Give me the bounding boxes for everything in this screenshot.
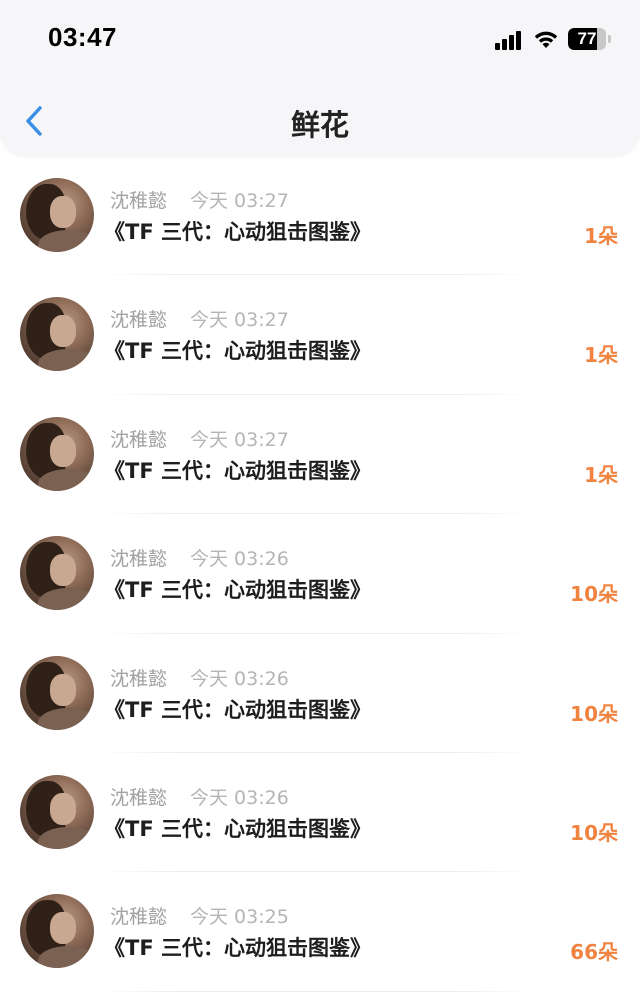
flower-count: 10朵: [570, 701, 618, 726]
list-item[interactable]: 沈稚懿 今天 03:26 《TF 三代：心动狙击图鉴》 10朵: [0, 514, 640, 634]
user-name: 沈稚懿: [110, 786, 168, 809]
battery-icon: 77: [568, 28, 612, 50]
item-title: 《TF 三代：心动狙击图鉴》: [104, 936, 371, 961]
user-name: 沈稚懿: [110, 309, 168, 332]
screen: 03:47 77 鲜花 沈稚懿 今天 03:27 《TF 三代：心动狙击图鉴》 …: [0, 0, 640, 1005]
flower-count: 1朵: [584, 224, 618, 248]
item-time: 今天 03:27: [190, 428, 289, 451]
flower-count: 10朵: [570, 820, 618, 845]
user-name: 沈稚懿: [110, 667, 168, 690]
flower-count: 1朵: [584, 343, 618, 368]
item-title: 《TF 三代：心动狙击图鉴》: [104, 458, 371, 483]
user-name: 沈稚懿: [110, 906, 168, 929]
avatar[interactable]: [20, 655, 94, 730]
status-time: 03:47: [48, 22, 117, 52]
item-time: 今天 03:26: [190, 548, 289, 571]
user-name: 沈稚懿: [110, 190, 168, 212]
avatar[interactable]: [20, 178, 94, 252]
item-time: 今天 03:27: [190, 309, 289, 332]
wifi-icon: [534, 31, 558, 48]
user-name: 沈稚懿: [110, 428, 168, 451]
list-item[interactable]: 沈稚懿 今天 03:26 《TF 三代：心动狙击图鉴》 10朵: [0, 634, 640, 753]
avatar[interactable]: [20, 416, 94, 491]
flower-count: 1朵: [584, 462, 618, 487]
item-title: 《TF 三代：心动狙击图鉴》: [104, 816, 371, 841]
list-item[interactable]: 沈稚懿 今天 03:25 《TF 三代：心动狙击图鉴》 66朵: [0, 872, 640, 992]
avatar[interactable]: [20, 536, 94, 611]
avatar[interactable]: [20, 894, 94, 969]
item-title: 《TF 三代：心动狙击图鉴》: [104, 697, 371, 722]
item-title: 《TF 三代：心动狙击图鉴》: [104, 220, 371, 244]
avatar[interactable]: [20, 774, 94, 849]
list-item[interactable]: 沈稚懿 今天 03:27 《TF 三代：心动狙击图鉴》 1朵: [0, 275, 640, 395]
list-item[interactable]: 沈稚懿 今天 03:27 《TF 三代：心动狙击图鉴》 1朵: [0, 395, 640, 515]
flower-list: 沈稚懿 今天 03:27 《TF 三代：心动狙击图鉴》 1朵 沈稚懿 今天 03…: [0, 156, 640, 992]
list-item[interactable]: 沈稚懿 今天 03:26 《TF 三代：心动狙击图鉴》 10朵: [0, 753, 640, 873]
item-title: 《TF 三代：心动狙击图鉴》: [104, 578, 371, 603]
header: 03:47 77 鲜花: [0, 0, 640, 156]
user-name: 沈稚懿: [110, 548, 168, 571]
item-time: 今天 03:26: [190, 667, 289, 690]
item-time: 今天 03:27: [190, 190, 289, 212]
item-time: 今天 03:26: [190, 786, 289, 809]
cellular-signal-icon: [495, 30, 525, 50]
battery-level-text: 77: [577, 29, 597, 48]
avatar[interactable]: [20, 297, 94, 372]
item-title: 《TF 三代：心动狙击图鉴》: [104, 339, 371, 364]
item-time: 今天 03:25: [190, 906, 289, 929]
list-item[interactable]: 沈稚懿 今天 03:27 《TF 三代：心动狙击图鉴》 1朵: [0, 156, 640, 276]
page-title: 鲜花: [290, 108, 349, 142]
divider: [96, 990, 536, 992]
flower-count: 66朵: [570, 940, 618, 965]
flower-count: 10朵: [570, 582, 618, 607]
